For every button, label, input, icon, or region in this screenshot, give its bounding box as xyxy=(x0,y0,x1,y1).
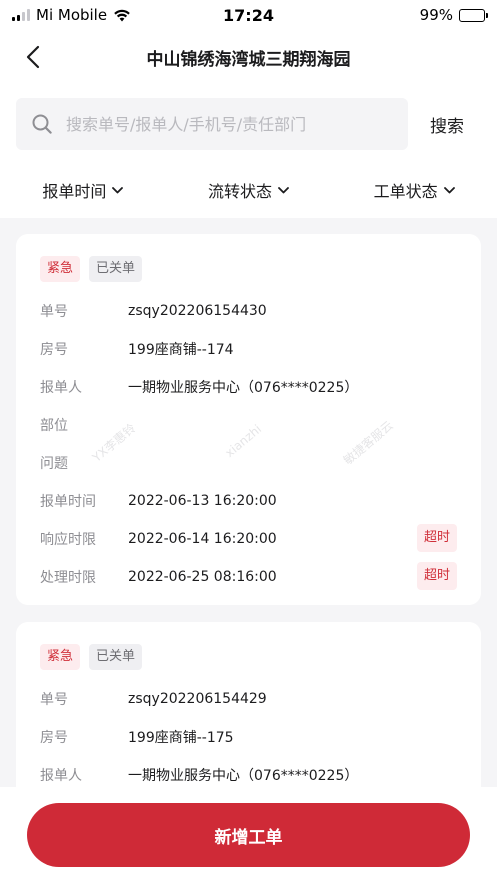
app-root: Mi Mobile 17:24 99% 中山锦绣海湾城三期翔海园 搜索单号/报单… xyxy=(0,0,497,883)
order-list: 紧急 已关单 单号 zsqy202206154430 房号 199座商铺--17… xyxy=(0,218,497,787)
chevron-down-icon xyxy=(443,186,455,193)
search-button[interactable]: 搜索 xyxy=(430,112,464,137)
handle-limit-row: 处理时限 2022-06-25 08:16:00 超时 xyxy=(40,558,457,596)
status-bar: Mi Mobile 17:24 99% xyxy=(0,0,497,30)
reporter-value: 一期物业服务中心（076****0225） xyxy=(128,768,359,784)
field-label: 单号 xyxy=(40,304,68,320)
urgent-tag: 紧急 xyxy=(40,256,81,282)
order-no-value: zsqy202206154430 xyxy=(128,303,267,319)
room-row: 房号 199座商铺--175 xyxy=(40,718,457,756)
overdue-badge: 超时 xyxy=(416,562,457,590)
field-label: 报单人 xyxy=(40,380,82,396)
add-work-order-button[interactable]: 新增工单 xyxy=(27,803,470,867)
search-box xyxy=(16,98,408,150)
field-label: 部位 xyxy=(40,418,68,434)
report-time-value: 2022-06-13 16:20:00 xyxy=(128,493,277,509)
back-button[interactable] xyxy=(18,42,48,72)
status-right: 99% xyxy=(315,6,488,24)
filter-order-status[interactable]: 工单状态 xyxy=(331,178,497,202)
clock: 17:24 xyxy=(223,5,274,25)
battery-percent: 99% xyxy=(419,6,453,24)
search-bar: 搜索 xyxy=(0,84,497,162)
cellular-signal-icon xyxy=(12,9,30,21)
handle-limit-value: 2022-06-25 08:16:00 xyxy=(128,569,277,585)
bottom-bar: 新增工单 xyxy=(0,787,497,883)
order-no-value: zsqy202206154429 xyxy=(128,691,267,707)
order-card[interactable]: 紧急 已关单 单号 zsqy202206154430 房号 199座商铺--17… xyxy=(16,234,481,605)
room-value: 199座商铺--174 xyxy=(128,342,234,358)
filter-label: 流转状态 xyxy=(208,182,273,201)
page-title: 中山锦绣海湾城三期翔海园 xyxy=(146,49,351,70)
problem-row: 问题 xyxy=(40,444,457,482)
tag-group: 紧急 已关单 xyxy=(40,256,457,284)
room-row: 房号 199座商铺--174 xyxy=(40,330,457,368)
search-input[interactable] xyxy=(66,114,386,134)
search-icon xyxy=(32,114,52,134)
report-time-row: 报单时间 2022-06-13 16:20:00 xyxy=(40,482,457,520)
field-label: 报单人 xyxy=(40,768,82,784)
field-label: 房号 xyxy=(40,730,68,746)
filter-report-time[interactable]: 报单时间 xyxy=(0,178,166,202)
order-card[interactable]: 紧急 已关单 单号 zsqy202206154429 房号 199座商铺--17… xyxy=(16,622,481,787)
filter-label: 报单时间 xyxy=(42,182,107,201)
field-label: 响应时限 xyxy=(40,532,96,548)
reporter-value: 一期物业服务中心（076****0225） xyxy=(128,380,359,396)
chevron-left-icon xyxy=(26,45,40,69)
reporter-row: 报单人 一期物业服务中心（076****0225） xyxy=(40,368,457,406)
response-limit-row: 响应时限 2022-06-14 16:20:00 超时 xyxy=(40,520,457,558)
urgent-tag: 紧急 xyxy=(40,644,81,670)
status-left: Mi Mobile xyxy=(12,6,182,24)
field-label: 报单时间 xyxy=(40,494,96,510)
field-label: 处理时限 xyxy=(40,570,96,586)
order-no-row: 单号 zsqy202206154429 xyxy=(40,680,457,718)
chevron-down-icon xyxy=(112,186,124,193)
filter-bar: 报单时间 流转状态 工单状态 xyxy=(0,162,497,218)
tag-group: 紧急 已关单 xyxy=(40,644,457,672)
carrier-name: Mi Mobile xyxy=(36,6,108,24)
filter-flow-status[interactable]: 流转状态 xyxy=(166,178,332,202)
response-limit-value: 2022-06-14 16:20:00 xyxy=(128,531,277,547)
field-label: 问题 xyxy=(40,456,68,472)
chevron-down-icon xyxy=(278,186,289,193)
reporter-row: 报单人 一期物业服务中心（076****0225） xyxy=(40,756,457,787)
wifi-icon xyxy=(114,9,130,21)
order-no-row: 单号 zsqy202206154430 xyxy=(40,292,457,330)
field-label: 房号 xyxy=(40,342,68,358)
battery-icon xyxy=(459,8,488,22)
overdue-badge: 超时 xyxy=(416,524,457,552)
closed-tag: 已关单 xyxy=(89,256,143,282)
room-value: 199座商铺--175 xyxy=(128,730,234,746)
filter-label: 工单状态 xyxy=(373,182,438,201)
nav-bar: 中山锦绣海湾城三期翔海园 xyxy=(0,30,497,84)
location-row: 部位 xyxy=(40,406,457,444)
closed-tag: 已关单 xyxy=(89,644,143,670)
field-label: 单号 xyxy=(40,692,68,708)
